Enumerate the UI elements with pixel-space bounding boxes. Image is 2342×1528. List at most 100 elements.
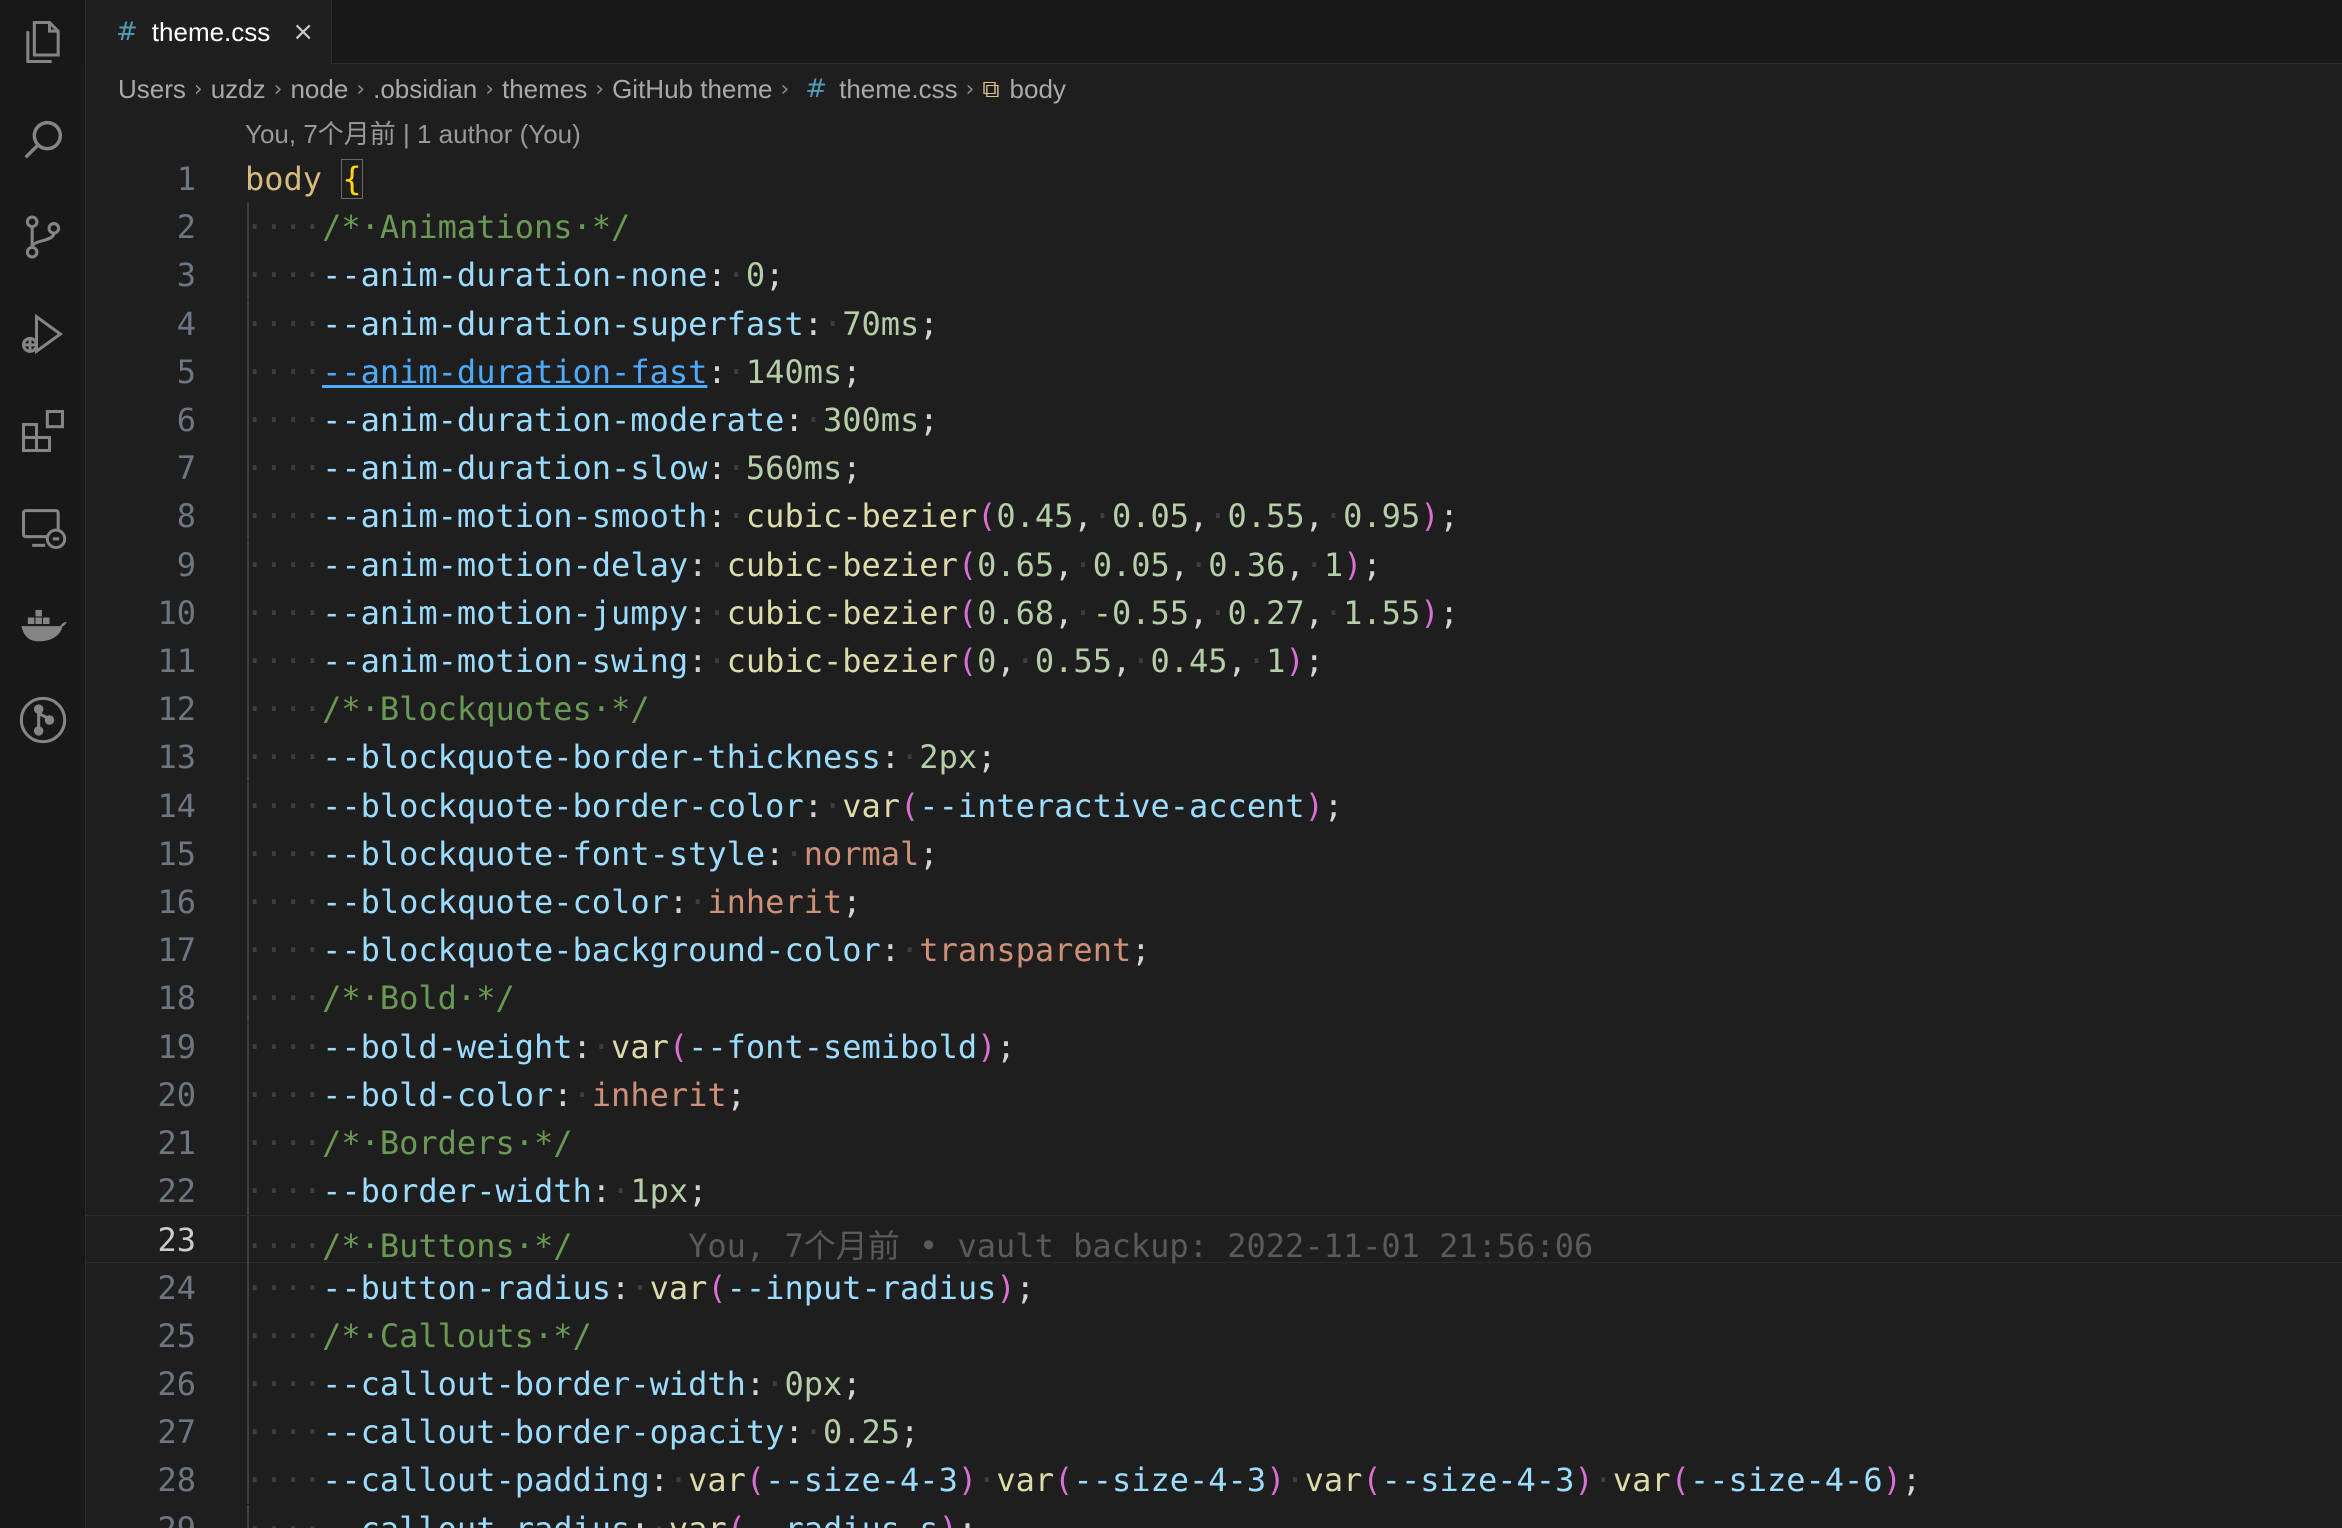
code-line[interactable]: 7 ····--anim-duration-slow:·560ms; — [86, 444, 2342, 493]
tab-theme-css[interactable]: # theme.css × — [86, 0, 332, 64]
code-token: ···· — [245, 497, 323, 536]
code-token: --input-radius — [726, 1268, 997, 1307]
breadcrumb-item[interactable]: GitHub theme — [612, 74, 772, 105]
code-line[interactable]: 21 ····/*·Borders·*/ — [86, 1119, 2342, 1167]
code-line[interactable]: 13 ····--blockquote-border-thickness:·2px… — [86, 733, 2342, 782]
code-token: , — [1304, 593, 1324, 632]
run-debug-icon[interactable] — [0, 294, 86, 374]
code-line[interactable]: 23 ····/*·Buttons·*/ You, 7个月前 • vault ba… — [86, 1215, 2342, 1265]
code-line[interactable]: 27 ····--callout-border-opacity:·0.25; — [86, 1408, 2342, 1457]
code-token: ···· — [245, 1172, 323, 1211]
source-control-icon[interactable] — [0, 197, 86, 277]
code-line[interactable]: 20 ····--bold-color:·inherit; — [86, 1070, 2342, 1119]
code-token: inherit — [591, 1075, 727, 1114]
breadcrumb-item[interactable]: uzdz — [211, 74, 266, 105]
line-content: ····--callout-padding:·var(--size-4-3)·v… — [245, 1461, 1921, 1499]
line-content: ····--bold-weight:·var(--font-semibold); — [245, 1028, 1016, 1066]
code-line[interactable]: 9 ····--anim-motion-delay:·cubic-bezier(0… — [86, 540, 2342, 589]
code-line[interactable]: 12 ····/*·Blockquotes·*/ — [86, 685, 2342, 734]
code-token: · — [1285, 1461, 1305, 1500]
code-line[interactable]: 25 ····/*·Callouts·*/ — [86, 1311, 2342, 1360]
line-number: 15 — [157, 834, 196, 873]
code-token: 0.36 — [1208, 545, 1286, 584]
code-token: · — [900, 738, 920, 777]
code-editor[interactable]: 1 body {2 ····/*·Animations·*/3 ····--anim-… — [86, 155, 2342, 1528]
code-token: inherit — [707, 883, 843, 921]
code-token: --callout-border-width — [322, 1365, 746, 1403]
code-token: ···· — [245, 401, 323, 439]
code-line[interactable]: 5 ····--anim-duration-fast:·140ms; — [86, 347, 2342, 396]
line-number: 2 — [176, 208, 196, 247]
code-line[interactable]: 29 ····--callout-radius:·var(--radius-s); — [86, 1504, 2342, 1528]
code-line[interactable]: 3 ····--anim-duration-none:·0; — [86, 251, 2342, 300]
code-line[interactable]: 4 ····--anim-duration-superfast:·70ms; — [86, 299, 2342, 348]
codelens-blame[interactable]: You, 7个月前 | 1 author (You) — [245, 114, 581, 151]
code-line[interactable]: 14 ····--blockquote-border-color:·var(--i… — [86, 781, 2342, 830]
code-line[interactable]: 15 ····--blockquote-font-style:·normal; — [86, 829, 2342, 878]
search-icon[interactable] — [0, 100, 86, 180]
code-line[interactable]: 19 ····--bold-weight:·var(--font-semibold… — [86, 1022, 2342, 1071]
code-token: /*·Animations·*/ — [322, 208, 631, 247]
code-line[interactable]: 11 ····--anim-motion-swing:·cubic-bezier(… — [86, 637, 2342, 685]
code-line[interactable]: 24 ····--button-radius:·var(--input-radiu… — [86, 1263, 2342, 1312]
line-content: ····/*·Bold·*/ — [245, 979, 515, 1017]
code-line[interactable]: 6 ····--anim-duration-moderate:·300ms; — [86, 396, 2342, 444]
code-line[interactable]: 18 ····/*·Bold·*/ — [86, 974, 2342, 1023]
code-line[interactable]: 10 ····--anim-motion-jumpy:·cubic-bezier(… — [86, 588, 2342, 637]
code-token: · — [1323, 497, 1344, 536]
code-token[interactable]: --anim-duration-fast — [322, 353, 707, 391]
code-token: ···· — [245, 208, 323, 247]
code-token: : — [688, 593, 708, 632]
breadcrumb-item[interactable]: body — [1010, 74, 1066, 105]
breadcrumb-item[interactable]: theme.css — [839, 74, 958, 105]
line-number: 9 — [176, 545, 196, 584]
docker-icon[interactable] — [0, 584, 86, 664]
code-token: 560ms — [745, 449, 843, 488]
code-line[interactable]: 2 ····/*·Animations·*/ — [86, 203, 2342, 252]
code-token: 0.45 — [1150, 642, 1228, 680]
close-icon[interactable]: × — [292, 17, 314, 47]
code-token: · — [707, 545, 727, 584]
code-token: ; — [726, 1075, 746, 1114]
line-content: ····--button-radius:·var(--input-radius)… — [245, 1269, 1035, 1307]
code-token: --button-radius — [322, 1268, 612, 1307]
activity-bar — [0, 0, 86, 1528]
remote-explorer-icon[interactable] — [0, 488, 86, 568]
code-token: ; — [1439, 593, 1459, 632]
chevron-right-icon: › — [780, 76, 790, 102]
extensions-icon[interactable] — [0, 391, 86, 471]
breadcrumb-item[interactable]: themes — [502, 74, 587, 105]
code-token: ; — [977, 738, 997, 777]
code-token: : — [880, 738, 901, 777]
code-line[interactable]: 16 ····--blockquote-color:·inherit; — [86, 878, 2342, 926]
breadcrumb-item[interactable]: .obsidian — [373, 74, 477, 105]
code-token: --anim-duration-moderate — [322, 401, 785, 439]
code-token: ···· — [245, 304, 323, 343]
code-token: ) — [1420, 593, 1440, 632]
code-token: ···· — [245, 1027, 323, 1066]
code-line[interactable]: 22 ····--border-width:·1px; — [86, 1167, 2342, 1216]
code-token: · — [726, 352, 746, 391]
code-line[interactable]: 1 body { — [86, 155, 2342, 203]
code-line[interactable]: 28 ····--callout-padding:·var(--size-4-3)… — [86, 1456, 2342, 1505]
line-content: ····--blockquote-background-color:·trans… — [245, 931, 1150, 969]
code-token: : — [630, 1510, 649, 1528]
editor-tab-bar: # theme.css × — [86, 0, 2342, 64]
breadcrumb-item[interactable]: Users — [118, 74, 186, 105]
code-line[interactable]: 17 ····--blockquote-background-color:·tra… — [86, 926, 2342, 975]
code-line[interactable]: 8 ····--anim-motion-smooth:·cubic-bezier(… — [86, 492, 2342, 541]
code-token: : — [707, 256, 727, 295]
code-line[interactable]: 26 ····--callout-border-width:·0px; — [86, 1360, 2342, 1408]
code-token: 0 — [977, 642, 997, 680]
code-token: : — [707, 352, 727, 391]
breadcrumb-item[interactable]: node — [290, 74, 348, 105]
line-content: ····--blockquote-border-thickness:·2px; — [245, 738, 996, 776]
code-token: ( — [957, 593, 978, 632]
code-token: --size-4-6 — [1689, 1461, 1883, 1500]
code-token: ···· — [245, 786, 323, 825]
explorer-icon[interactable] — [0, 2, 86, 82]
inline-blame[interactable]: You, 7个月前 • vault backup: 2022-11-01 21:… — [573, 1227, 1593, 1265]
git-graph-icon[interactable] — [0, 680, 86, 760]
code-token: ) — [996, 1268, 1016, 1307]
